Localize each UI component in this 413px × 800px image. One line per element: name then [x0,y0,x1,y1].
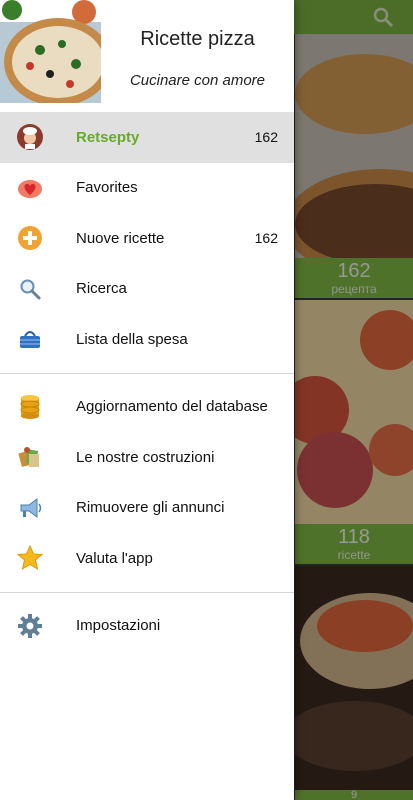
menu-secondary: Aggiornamento del database Le nostre cos… [0,382,294,584]
heart-icon [15,173,45,203]
gear-icon [15,611,45,641]
menu-item-label: Lista della spesa [76,330,188,348]
divider [0,591,294,593]
menu-item-label: Favorites [76,179,138,197]
menu-item-retsepty[interactable]: Retsepty 162 [0,112,294,163]
menu-item-label: Rimuovere gli annunci [76,499,225,517]
menu-item-new-recipes[interactable]: Nuove ricette 162 [0,213,294,264]
megaphone-icon [15,493,45,523]
menu-item-our-apps[interactable]: Le nostre costruzioni [0,432,294,483]
menu-item-settings[interactable]: Impostazioni [0,601,294,652]
menu-item-rate-app[interactable]: Valuta l'app [0,533,294,584]
header-pizza-image [0,0,101,103]
app-title: Ricette pizza [140,28,255,50]
menu-item-label: Ricerca [76,280,127,298]
menu-item-count: 162 [254,230,278,247]
menu-item-shopping-list[interactable]: Lista della spesa [0,314,294,365]
menu-item-count: 162 [254,129,278,146]
navigation-drawer: Ricette pizza Cucinare con amore Retsept… [0,0,294,800]
chef-icon [15,122,45,152]
menu-main: Retsepty 162 Favorites Nuove ricette 162… [0,112,294,365]
menu-item-label: Nuove ricette [76,229,165,247]
apps-icon [15,442,45,472]
menu-item-label: Retsepty [76,128,140,146]
shopping-basket-icon [15,324,45,354]
menu-item-search[interactable]: Ricerca [0,264,294,315]
database-icon [15,392,45,422]
menu-item-remove-ads[interactable]: Rimuovere gli annunci [0,483,294,534]
plus-circle-icon [15,223,45,253]
star-icon [15,543,45,573]
menu-settings: Impostazioni [0,601,294,652]
menu-item-favorites[interactable]: Favorites [0,163,294,214]
menu-item-label: Le nostre costruzioni [76,448,215,466]
divider [0,372,294,374]
menu-item-database-update[interactable]: Aggiornamento del database [0,382,294,433]
menu-item-label: Aggiornamento del database [76,398,268,416]
magnifier-icon [15,274,45,304]
menu-item-label: Impostazioni [76,617,161,635]
drawer-header: Ricette pizza Cucinare con amore [0,0,294,103]
app-subtitle: Cucinare con amore [129,72,266,89]
menu-item-label: Valuta l'app [76,549,153,567]
